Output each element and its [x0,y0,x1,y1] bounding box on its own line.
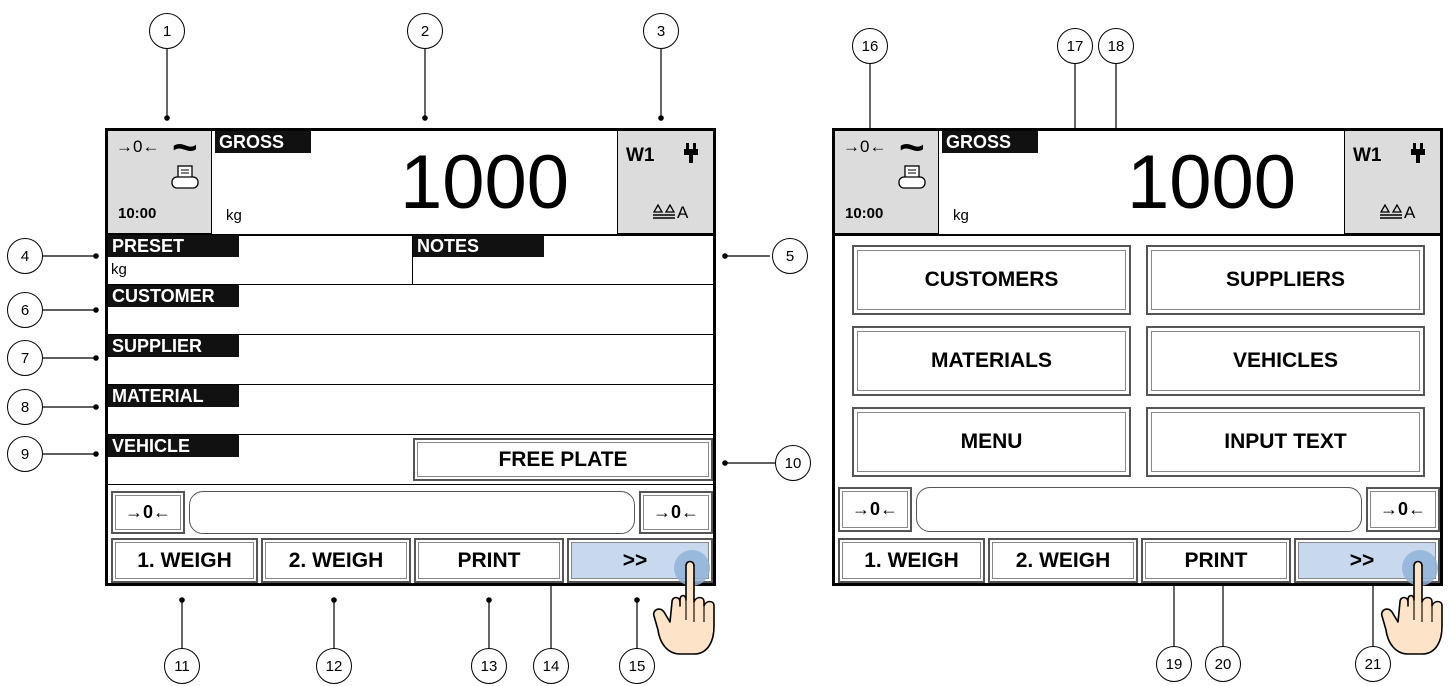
customer-label: CUSTOMER [108,285,239,307]
vehicle-field[interactable]: VEHICLE FREE PLATE [108,435,713,485]
pointing-hand-icon [1380,550,1443,655]
menu-button[interactable]: MENU [852,407,1131,477]
callout-14: 14 [533,648,569,684]
callout-18: 18 [1098,28,1134,64]
input-text-button[interactable]: INPUT TEXT [1146,407,1425,477]
supplier-label: SUPPLIER [108,335,239,357]
scale-suffix: A [677,203,689,222]
callout-16: 16 [852,28,888,64]
callout-11: 11 [164,648,200,684]
scale-number: W1 [1353,145,1382,166]
vehicles-button[interactable]: VEHICLES [1146,326,1425,396]
callout-13: 13 [471,648,507,684]
weight-unit: kg [953,207,969,224]
zero-button-right[interactable]: →0← [1366,487,1440,532]
status-panel: →0← ~ 10:00 [108,123,212,234]
customer-field[interactable]: CUSTOMER [108,285,713,335]
callout-12: 12 [316,648,352,684]
callout-19: 19 [1156,646,1192,682]
materials-button[interactable]: MATERIALS [852,326,1131,396]
callout-2: 2 [407,13,443,49]
gross-label: GROSS [942,131,1038,153]
second-weigh-button[interactable]: 2. WEIGH [261,538,411,583]
pointing-hand-icon [652,550,715,655]
callout-5: 5 [772,238,808,274]
message-bar [189,491,635,534]
vehicle-label: VEHICLE [108,435,239,457]
terminal-screen-menu: →0← ~ 10:00 GROSS kg 1000 W1 A CUSTOMERS… [832,123,1443,586]
preset-field[interactable]: PRESET kg [108,235,413,285]
divider [835,234,1440,236]
balance-icon [653,204,675,219]
scale-suffix: A [1404,203,1416,222]
message-bar [916,487,1362,532]
weight-value: 1000 [400,140,570,225]
print-button[interactable]: PRINT [414,538,564,583]
notes-label: NOTES [413,235,544,257]
preset-unit: kg [111,261,127,278]
supplier-field[interactable]: SUPPLIER [108,335,713,385]
clock-time: 10:00 [118,205,157,222]
scale-number: W1 [626,145,655,166]
gross-label: GROSS [215,131,311,153]
zero-indicator: →0← [843,137,887,156]
preset-label: PRESET [108,235,239,257]
zero-indicator: →0← [116,137,160,156]
scale-status-panel: W1 A [1344,131,1440,234]
callout-6: 6 [7,292,43,328]
zero-button-right[interactable]: →0← [639,491,713,534]
callout-20: 20 [1205,646,1241,682]
status-panel: →0← ~ 10:00 [835,123,939,234]
callout-7: 7 [7,340,43,376]
suppliers-button[interactable]: SUPPLIERS [1146,245,1425,315]
scale-status-panel: W1 A [617,131,713,234]
callout-8: 8 [7,389,43,425]
first-weigh-button[interactable]: 1. WEIGH [838,538,985,583]
notes-field[interactable]: NOTES [413,235,713,285]
material-field[interactable]: MATERIAL [108,385,713,435]
customers-button[interactable]: CUSTOMERS [852,245,1131,315]
second-weigh-button[interactable]: 2. WEIGH [988,538,1138,583]
print-button[interactable]: PRINT [1141,538,1291,583]
balance-icon [1380,204,1402,219]
callout-9: 9 [7,436,43,472]
free-plate-button[interactable]: FREE PLATE [413,438,713,481]
zero-button-left[interactable]: →0← [838,487,912,532]
callout-10: 10 [775,445,811,481]
callout-4: 4 [7,238,43,274]
weight-value: 1000 [1127,140,1297,225]
plug-icon [684,143,698,163]
terminal-screen-main: →0← ~ 10:00 GROSS kg 1000 W1 A PRESET kg… [105,123,716,586]
material-label: MATERIAL [108,385,239,407]
weight-unit: kg [226,207,242,224]
plug-icon [1411,143,1425,163]
first-weigh-button[interactable]: 1. WEIGH [111,538,258,583]
callout-1: 1 [149,13,185,49]
zero-button-left[interactable]: →0← [111,491,185,534]
callout-17: 17 [1057,28,1093,64]
callout-3: 3 [643,13,679,49]
printer-icon [171,165,199,189]
clock-time: 10:00 [845,205,884,222]
printer-icon [898,165,926,189]
